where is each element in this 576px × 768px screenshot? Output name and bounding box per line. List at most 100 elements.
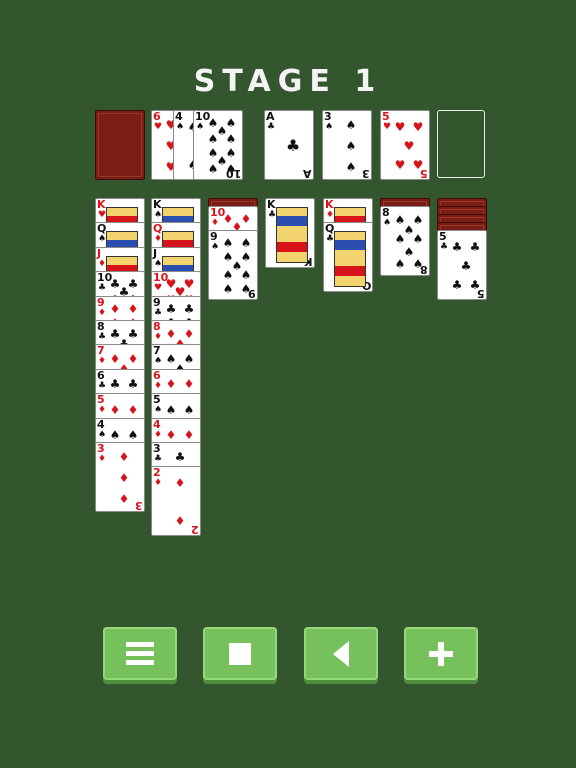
playing-card[interactable]: 2 ♦ 2 ♦ ♦ bbox=[151, 466, 201, 537]
stop-icon bbox=[229, 642, 251, 665]
suit-pip: ♦ bbox=[174, 476, 186, 491]
card-suit: ♠ bbox=[211, 242, 220, 253]
card-suit: ♦ bbox=[154, 332, 163, 342]
card-suit: ♦ bbox=[98, 356, 107, 367]
suit-pip: ♣ bbox=[109, 376, 121, 391]
card-suit: ♦ bbox=[154, 429, 163, 440]
suit-pip: ♣ bbox=[165, 301, 177, 316]
court-figure bbox=[276, 207, 308, 263]
card-rank: 9 bbox=[97, 295, 105, 309]
card-suit: ♦ bbox=[98, 454, 107, 464]
suit-pip: ♣ bbox=[451, 240, 463, 254]
suit-pip: ♥ bbox=[394, 120, 406, 134]
menu-icon bbox=[126, 641, 154, 665]
suit-pip: ♥ bbox=[403, 139, 415, 153]
new-game-button[interactable] bbox=[404, 627, 478, 680]
suit-pip: ♠ bbox=[222, 282, 234, 297]
card-suit: ♦ bbox=[98, 405, 107, 416]
card-rank: J bbox=[153, 246, 158, 260]
suit-pip: ♠ bbox=[127, 427, 139, 442]
suit-pip: ♠ bbox=[345, 139, 357, 153]
suit-pip: ♠ bbox=[183, 403, 195, 418]
card-rank: 4 bbox=[97, 417, 105, 431]
suit-pip: ♦ bbox=[127, 403, 139, 418]
card-rank-corner: 2 bbox=[191, 523, 199, 537]
suit-pip: ♠ bbox=[345, 118, 357, 132]
card-suit: ♣ bbox=[326, 234, 335, 245]
card-rank: 6 bbox=[153, 368, 161, 382]
card-suit: ♥ bbox=[98, 210, 107, 220]
undo-button[interactable] bbox=[304, 627, 378, 680]
court-band bbox=[277, 216, 307, 226]
playing-card[interactable]: 3 ♠ 3 ♠ ♠ ♠ bbox=[322, 110, 372, 180]
suit-pip: ♠ bbox=[345, 160, 357, 174]
suit-pip: ♠ bbox=[222, 236, 234, 251]
foundation-slot-empty[interactable] bbox=[437, 110, 485, 178]
card-suit: ♣ bbox=[154, 307, 163, 318]
card-rank: 6 bbox=[97, 368, 105, 382]
card-rank: 4 bbox=[153, 417, 161, 431]
court-band bbox=[277, 242, 307, 252]
card-suit: ♣ bbox=[98, 283, 107, 294]
playing-card[interactable]: 10 ♠ 10 ♠ ♠ ♠ ♠ ♠ ♠ ♠ ♠ ♠ ♠ bbox=[193, 110, 243, 180]
suit-pip: ♦ bbox=[165, 427, 177, 442]
suit-pip: ♠ bbox=[225, 162, 237, 176]
playing-card[interactable]: 8 ♠ 8 ♠ ♠ ♠ ♠ ♠ ♠ ♠ ♠ bbox=[380, 206, 430, 276]
playing-card[interactable]: 3 ♦ 3 ♦ ♦ ♦ bbox=[95, 442, 145, 512]
suit-pip: ♠ bbox=[412, 257, 424, 271]
playing-card[interactable]: 5 ♥ 5 ♥ ♥ ♥ ♥ ♥ bbox=[380, 110, 430, 180]
suit-pip: ♦ bbox=[174, 514, 186, 529]
card-suit: ♠ bbox=[383, 218, 392, 228]
card-suit: ♠ bbox=[325, 122, 334, 132]
card-suit: ♠ bbox=[196, 122, 205, 132]
suit-pip: ♠ bbox=[222, 268, 234, 283]
suit-pip: ♦ bbox=[109, 301, 121, 316]
suit-pip: ♥ bbox=[412, 120, 424, 134]
card-suit: ♥ bbox=[154, 122, 163, 132]
card-suit: ♣ bbox=[267, 122, 276, 132]
court-band bbox=[335, 266, 365, 277]
card-rank: J bbox=[97, 246, 102, 260]
card-suit: ♥ bbox=[154, 283, 163, 294]
playing-card[interactable]: K ♣ K bbox=[265, 198, 315, 268]
menu-button[interactable] bbox=[103, 627, 177, 680]
card-suit: ♣ bbox=[98, 380, 107, 391]
playing-card[interactable]: A ♣ A ♣ bbox=[264, 110, 314, 180]
stop-button[interactable] bbox=[203, 627, 277, 680]
suit-pip: ♦ bbox=[109, 403, 121, 418]
back-arrow-icon bbox=[333, 640, 349, 667]
card-suit: ♠ bbox=[176, 122, 185, 132]
suit-pip: ♣ bbox=[183, 301, 195, 316]
suit-pip: ♠ bbox=[412, 232, 424, 246]
suit-pip: ♣ bbox=[285, 136, 301, 155]
card-suit: ♠ bbox=[98, 234, 107, 245]
suit-pip: ♣ bbox=[127, 376, 139, 391]
card-suit: ♠ bbox=[154, 210, 163, 220]
suit-pip: ♣ bbox=[174, 450, 186, 464]
playing-card[interactable]: 5 ♣ 5 ♣ ♣ ♣ ♣ ♣ bbox=[437, 230, 487, 300]
suit-pip: ♠ bbox=[240, 282, 252, 297]
suit-pip: ♣ bbox=[469, 278, 481, 292]
card-suit: ♦ bbox=[154, 234, 163, 245]
suit-pip: ♦ bbox=[118, 492, 130, 506]
suit-pip: ♣ bbox=[469, 240, 481, 254]
court-band bbox=[335, 240, 365, 251]
playing-card[interactable]: Q ♣ Q bbox=[323, 222, 373, 293]
suit-pip: ♦ bbox=[165, 376, 177, 391]
suit-pip: ♥ bbox=[394, 158, 406, 172]
suit-pip: ♠ bbox=[207, 162, 219, 176]
card-suit: ♠ bbox=[154, 356, 163, 367]
suit-pip: ♠ bbox=[394, 232, 406, 246]
suit-pip: ♥ bbox=[412, 158, 424, 172]
suit-pip: ♠ bbox=[165, 403, 177, 418]
playing-card[interactable]: 9 ♠ 9 ♠ ♠ ♠ ♠ ♠ ♠ ♠ ♠ ♠ bbox=[208, 230, 258, 301]
card-suit: ♠ bbox=[154, 405, 163, 416]
suit-pip: ♠ bbox=[109, 427, 121, 442]
suit-pip: ♠ bbox=[394, 257, 406, 271]
card-back[interactable] bbox=[95, 110, 145, 180]
card-suit: ♠ bbox=[98, 429, 107, 440]
card-rank-corner: A bbox=[303, 167, 312, 180]
plus-icon bbox=[429, 641, 453, 666]
card-rank-corner: 3 bbox=[362, 167, 370, 180]
card-suit: ♦ bbox=[154, 380, 163, 391]
